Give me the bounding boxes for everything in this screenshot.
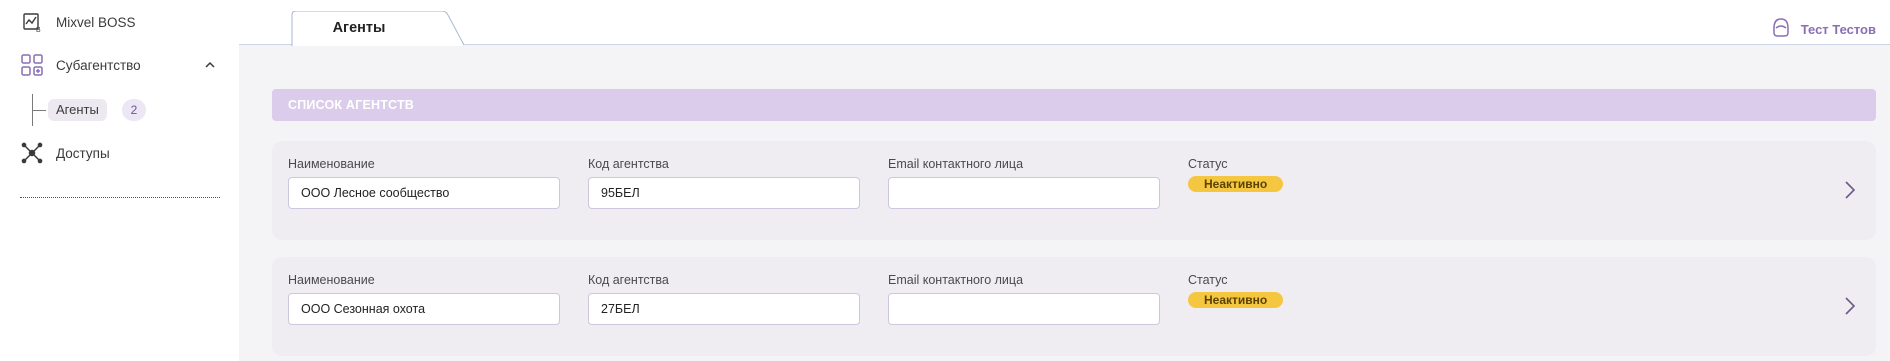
field-label: Код агентства — [588, 157, 669, 171]
email-input[interactable] — [888, 177, 1160, 209]
tab-agents[interactable]: Агенты — [289, 20, 429, 36]
sidebar: B Mixvel BOSS Субагентство Агенты 2 Дост… — [0, 0, 239, 361]
sidebar-divider — [20, 197, 220, 198]
chart-icon: B — [20, 10, 44, 34]
chevron-right-icon[interactable] — [1842, 179, 1858, 201]
name-input[interactable] — [288, 293, 560, 325]
code-input[interactable] — [588, 177, 860, 209]
status-badge: Неактивно — [1188, 176, 1284, 192]
agent-card[interactable]: Наименование Код агентства Email контакт… — [272, 141, 1876, 240]
tree-line — [32, 110, 46, 111]
sidebar-subitem-agents[interactable]: Агенты — [48, 99, 107, 121]
section-title: СПИСОК АГЕНТСТВ — [288, 98, 415, 112]
agents-count-badge: 2 — [122, 99, 146, 121]
email-field: Email контактного лица — [888, 273, 1160, 325]
sidebar-item-subagency[interactable]: Субагентство — [20, 53, 215, 77]
field-label: Наименование — [288, 157, 375, 171]
user-menu[interactable]: Тест Тестов — [1771, 16, 1876, 43]
name-input[interactable] — [288, 177, 560, 209]
sidebar-item-label: Mixvel BOSS — [56, 14, 136, 30]
status-field: Статус Неактивно — [1188, 157, 1460, 193]
sidebar-item-access[interactable]: Доступы — [20, 141, 110, 165]
name-field: Наименование — [288, 273, 560, 325]
sidebar-item-label: Доступы — [56, 145, 110, 161]
svg-text:B: B — [36, 27, 41, 33]
agent-card[interactable]: Наименование Код агентства Email контакт… — [272, 257, 1876, 356]
email-input[interactable] — [888, 293, 1160, 325]
sidebar-item-mixvel-boss[interactable]: B Mixvel BOSS — [20, 10, 136, 34]
section-header: СПИСОК АГЕНТСТВ — [272, 89, 1876, 121]
status-field: Статус Неактивно — [1188, 273, 1460, 309]
top-bar: Агенты Тест Тестов — [239, 0, 1890, 46]
code-input[interactable] — [588, 293, 860, 325]
code-field: Код агентства — [588, 273, 860, 325]
user-icon — [1771, 16, 1791, 43]
field-label: Email контактного лица — [888, 157, 1024, 171]
network-icon — [20, 141, 44, 165]
chevron-up-icon[interactable] — [202, 57, 218, 73]
code-field: Код агентства — [588, 157, 860, 209]
user-name: Тест Тестов — [1800, 22, 1876, 37]
field-label: Статус — [1188, 157, 1228, 171]
email-field: Email контактного лица — [888, 157, 1160, 209]
status-badge: Неактивно — [1188, 292, 1284, 308]
field-label: Статус — [1188, 273, 1228, 287]
field-label: Наименование — [288, 273, 375, 287]
grid-add-icon — [20, 53, 44, 77]
field-label: Email контактного лица — [888, 273, 1024, 287]
name-field: Наименование — [288, 157, 560, 209]
chevron-right-icon[interactable] — [1842, 295, 1858, 317]
sidebar-item-label: Субагентство — [56, 57, 141, 73]
field-label: Код агентства — [588, 273, 669, 287]
